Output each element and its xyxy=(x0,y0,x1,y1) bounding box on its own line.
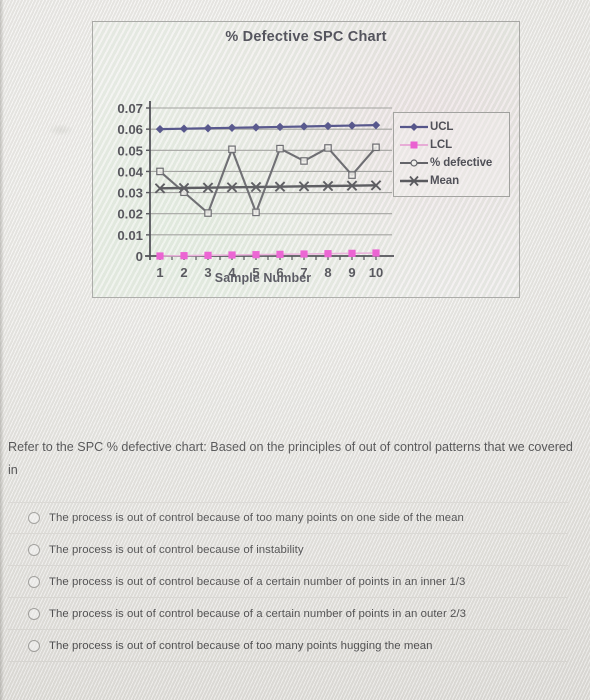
data-point-marker xyxy=(300,157,308,165)
data-point-marker xyxy=(276,144,284,153)
y-tick-label: 0 xyxy=(136,249,143,264)
answer-option-1[interactable]: The process is out of control because of… xyxy=(8,502,568,534)
scanned-page: % Defective SPC Chart 0.07 0.06 0.05 0.04 0.… xyxy=(0,0,590,700)
answer-options-list: The process is out of control because of… xyxy=(8,502,568,662)
legend-label-ucl: UCL xyxy=(430,121,454,133)
data-point-marker xyxy=(252,251,260,259)
answer-option-label: The process is out of control because of… xyxy=(49,607,466,620)
y-tick-label: 0.02 xyxy=(117,207,143,222)
data-point-marker xyxy=(156,167,164,176)
data-point-marker xyxy=(179,124,189,133)
data-point-marker xyxy=(204,209,212,217)
answer-option-label: The process is out of control because of… xyxy=(49,512,464,524)
answer-option-4[interactable]: The process is out of control because of… xyxy=(8,598,568,630)
data-point-marker xyxy=(371,120,381,130)
data-point-marker xyxy=(324,250,332,258)
data-point-marker xyxy=(156,252,164,260)
radio-button-icon[interactable] xyxy=(28,575,40,588)
data-point-marker xyxy=(155,124,165,134)
data-point-marker xyxy=(372,249,380,257)
legend-label-defective: % defective xyxy=(430,157,493,169)
data-point-marker xyxy=(180,252,188,260)
legend-marker-square-icon xyxy=(400,141,428,149)
answer-option-label: The process is out of control because of… xyxy=(49,575,466,588)
y-tick-label: 0.03 xyxy=(117,186,143,201)
legend-item-defective: % defective xyxy=(399,154,505,172)
data-point-marker xyxy=(203,124,213,133)
y-tick-label: 0.07 xyxy=(117,101,143,116)
x-axis-title: Sample Number xyxy=(214,271,312,285)
data-point-marker xyxy=(300,250,308,258)
data-point-marker xyxy=(372,143,380,152)
legend-label-mean: Mean xyxy=(430,175,459,187)
data-point-marker xyxy=(204,251,212,259)
y-tick-label: 0.04 xyxy=(117,164,143,179)
data-point-marker xyxy=(348,171,356,179)
data-point-marker xyxy=(348,249,356,257)
answer-option-label: The process is out of control because of… xyxy=(49,639,433,652)
data-point-marker xyxy=(228,145,236,154)
answer-option-2[interactable]: The process is out of control because of… xyxy=(8,534,568,566)
radio-button-icon[interactable] xyxy=(28,639,40,652)
page-smudge xyxy=(48,124,74,136)
y-tick-label: 0.01 xyxy=(117,228,143,243)
data-point-marker xyxy=(228,251,236,259)
legend-marker-open-icon xyxy=(400,159,428,167)
y-tick-label: 0.05 xyxy=(117,143,143,158)
legend-item-ucl: UCL xyxy=(399,118,505,136)
data-point-marker xyxy=(276,250,284,258)
answer-option-label: The process is out of control because of… xyxy=(49,543,304,556)
legend-marker-diamond-icon xyxy=(400,123,428,131)
data-point-marker xyxy=(347,121,357,130)
legend-item-lcl: LCL xyxy=(399,136,505,154)
data-point-marker xyxy=(227,123,237,133)
data-point-marker xyxy=(275,122,285,132)
data-point-marker xyxy=(251,123,261,132)
chart-legend: UCL LCL % defective Mean xyxy=(393,112,510,197)
question-text: Refer to the SPC % defective chart: Base… xyxy=(8,440,573,477)
radio-button-icon[interactable] xyxy=(28,607,40,620)
radio-button-icon[interactable] xyxy=(28,512,40,524)
legend-item-mean: Mean xyxy=(399,172,505,190)
data-point-marker xyxy=(252,208,260,217)
page-left-edge xyxy=(0,0,4,700)
radio-button-icon[interactable] xyxy=(28,543,40,556)
legend-marker-x-icon xyxy=(400,175,428,187)
data-point-marker xyxy=(324,144,332,152)
answer-option-5[interactable]: The process is out of control because of… xyxy=(8,630,568,662)
spc-chart-card: % Defective SPC Chart 0.07 0.06 0.05 0.04 0.… xyxy=(92,21,520,298)
legend-label-lcl: LCL xyxy=(430,139,453,151)
y-tick-label: 0.06 xyxy=(117,122,143,137)
answer-option-3[interactable]: The process is out of control because of… xyxy=(8,566,568,598)
